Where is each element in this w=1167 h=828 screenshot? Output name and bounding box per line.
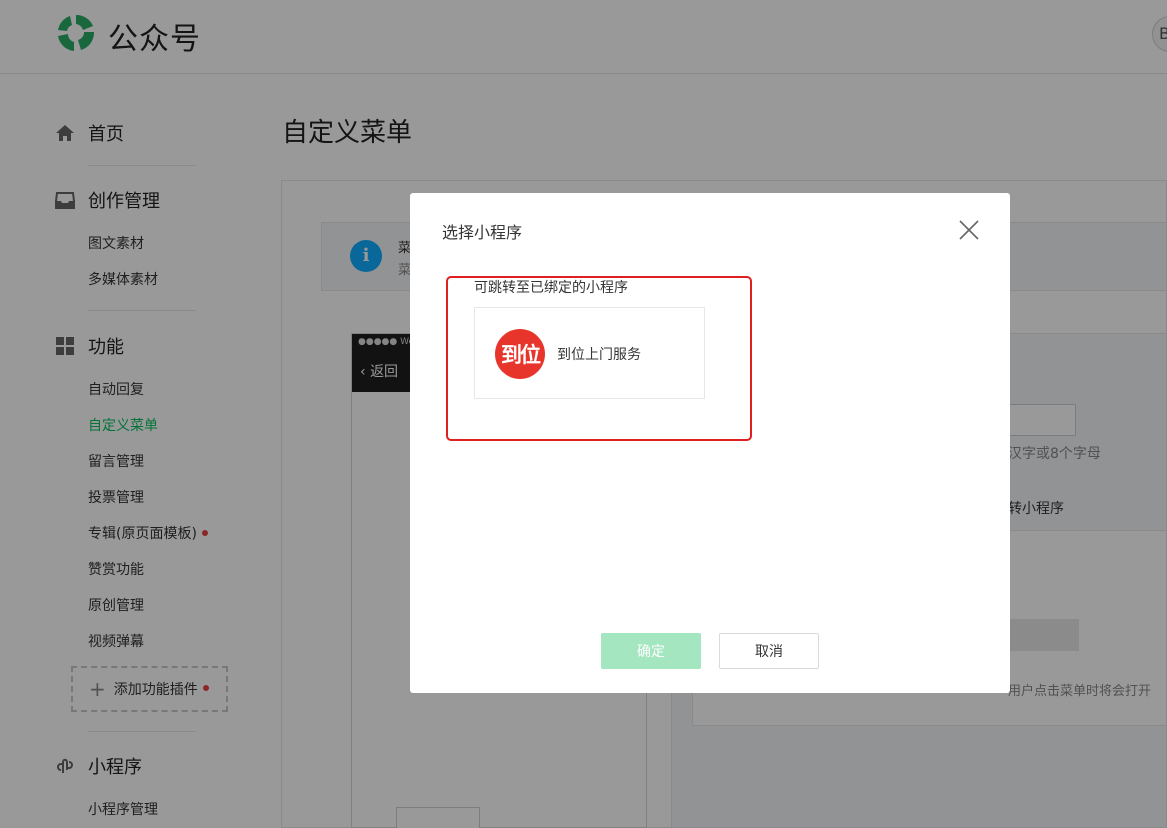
dialog-title: 选择小程序 xyxy=(442,223,523,242)
dialog-hint: 可跳转至已绑定的小程序 xyxy=(474,280,628,296)
close-icon[interactable] xyxy=(956,217,982,243)
confirm-button[interactable]: 确定 xyxy=(601,633,701,669)
select-miniprogram-dialog: 选择小程序 可跳转至已绑定的小程序 到位 到位上门服务 确定 取消 xyxy=(410,193,1010,693)
miniprogram-card[interactable]: 到位 到位上门服务 xyxy=(474,307,705,399)
miniprogram-name: 到位上门服务 xyxy=(557,347,641,363)
cancel-button[interactable]: 取消 xyxy=(719,633,819,669)
miniprogram-logo: 到位 xyxy=(495,329,545,379)
